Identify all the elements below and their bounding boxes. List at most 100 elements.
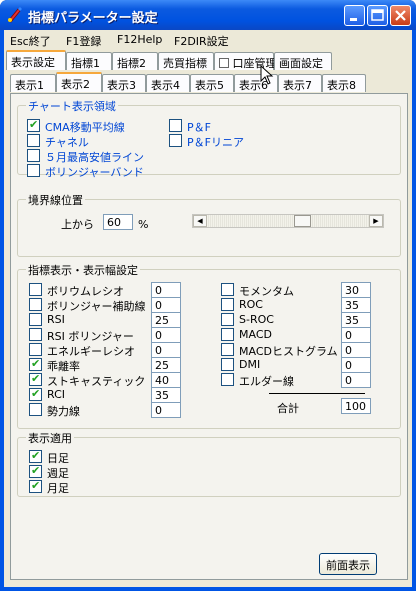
front-display-button[interactable]: 前面表示 bbox=[319, 553, 377, 575]
checkbox-s-roc[interactable] bbox=[221, 313, 234, 326]
checkbox-macd-histogram[interactable] bbox=[221, 343, 234, 356]
input-rci[interactable]: 35 bbox=[151, 387, 181, 403]
tab-display-7[interactable]: 表示7 bbox=[278, 74, 322, 92]
checkbox-5month-high-low[interactable] bbox=[27, 149, 40, 162]
input-energy-ratio[interactable]: 0 bbox=[151, 342, 181, 358]
slider-right-arrow-icon[interactable]: ▶ bbox=[369, 215, 383, 227]
minimize-icon bbox=[350, 18, 357, 21]
checkbox-bollinger-band[interactable] bbox=[27, 164, 40, 177]
input-momentum[interactable]: 30 bbox=[341, 282, 371, 298]
label-pf: P＆F bbox=[187, 121, 211, 134]
input-stochastic[interactable]: 40 bbox=[151, 372, 181, 388]
tab-indicator-2[interactable]: 指標2 bbox=[112, 52, 158, 70]
close-icon bbox=[395, 10, 406, 21]
checkbox-pf-linear[interactable] bbox=[169, 134, 182, 147]
checkbox-energy-ratio[interactable] bbox=[29, 343, 42, 356]
tab-checkbox-icon bbox=[219, 58, 229, 68]
input-elder-line[interactable]: 0 bbox=[341, 372, 371, 388]
maximize-icon bbox=[371, 9, 384, 21]
input-s-roc[interactable]: 35 bbox=[341, 312, 371, 328]
menu-f12-help[interactable]: F12Help bbox=[117, 33, 162, 46]
tab-screen-settings[interactable]: 画面設定 bbox=[274, 52, 332, 70]
tab-display-settings[interactable]: 表示設定 bbox=[6, 50, 66, 70]
checkbox-power-line[interactable] bbox=[29, 403, 42, 416]
checkbox-roc[interactable] bbox=[221, 298, 234, 311]
boundary-unit: % bbox=[138, 218, 149, 231]
label-weekly: 週足 bbox=[47, 467, 69, 480]
label-macd-histogram: MACDヒストグラム bbox=[239, 345, 338, 358]
input-dmi[interactable]: 0 bbox=[341, 357, 371, 373]
input-bollinger-aux[interactable]: 0 bbox=[151, 297, 181, 313]
label-dmi: DMI bbox=[239, 358, 261, 371]
checkbox-rsi-bollinger[interactable] bbox=[29, 328, 42, 341]
checkbox-rci[interactable] bbox=[29, 387, 42, 401]
label-macd: MACD bbox=[239, 328, 272, 341]
label-monthly: 月足 bbox=[47, 482, 69, 495]
boundary-title: 境界線位置 bbox=[26, 192, 85, 208]
checkbox-volume-ratio[interactable] bbox=[29, 283, 42, 296]
input-roc[interactable]: 35 bbox=[341, 297, 371, 313]
input-rsi[interactable]: 25 bbox=[151, 312, 181, 328]
input-power-line[interactable]: 0 bbox=[151, 402, 181, 418]
input-macd-histogram[interactable]: 0 bbox=[341, 342, 371, 358]
label-pf-linear: P＆Fリニア bbox=[187, 136, 244, 149]
slider-left-arrow-icon[interactable]: ◀ bbox=[193, 215, 207, 227]
menu-f2-dir-settings[interactable]: F2DIR設定 bbox=[174, 33, 229, 49]
minimize-button[interactable] bbox=[344, 5, 365, 26]
title-bar[interactable]: 指標パラメーター設定 bbox=[0, 0, 416, 30]
input-deviation[interactable]: 25 bbox=[151, 357, 181, 373]
tab-panel: チャート表示領域 CMA移動平均線 チャネル ５月最高安値ライン ボリンジャーバ… bbox=[10, 93, 408, 580]
label-rci: RCI bbox=[47, 388, 66, 401]
input-rsi-bollinger[interactable]: 0 bbox=[151, 327, 181, 343]
boundary-slider[interactable]: ◀ ▶ bbox=[192, 214, 384, 228]
checkbox-momentum[interactable] bbox=[221, 283, 234, 296]
mouse-cursor-icon bbox=[260, 65, 274, 85]
checkbox-dmi[interactable] bbox=[221, 358, 234, 371]
apply-group: 表示適用 bbox=[17, 430, 401, 497]
menu-esc-exit[interactable]: Esc終了 bbox=[10, 33, 51, 49]
menu-f1-register[interactable]: F1登録 bbox=[66, 33, 101, 49]
checkbox-monthly[interactable] bbox=[29, 479, 42, 493]
label-channel: チャネル bbox=[45, 136, 89, 149]
label-roc: ROC bbox=[239, 298, 263, 311]
label-s-roc: S-ROC bbox=[239, 313, 274, 326]
checkbox-elder-line[interactable] bbox=[221, 373, 234, 386]
checkbox-channel[interactable] bbox=[27, 134, 40, 147]
tab-display-3[interactable]: 表示3 bbox=[102, 74, 146, 92]
app-icon bbox=[8, 7, 22, 23]
checkbox-macd[interactable] bbox=[221, 328, 234, 341]
client-area: Esc終了 F1登録 F12Help F2DIR設定 表示設定 指標1 指標2 … bbox=[4, 30, 412, 587]
label-rsi-bollinger: RSI ボリンジャー bbox=[47, 330, 134, 343]
slider-thumb[interactable] bbox=[294, 215, 311, 227]
input-volume-ratio[interactable]: 0 bbox=[151, 282, 181, 298]
maximize-button[interactable] bbox=[367, 5, 388, 26]
tab-indicator-1[interactable]: 指標1 bbox=[66, 52, 112, 70]
checkbox-stochastic[interactable] bbox=[29, 372, 42, 386]
checkbox-deviation[interactable] bbox=[29, 357, 42, 371]
menu-bar: Esc終了 F1登録 F12Help F2DIR設定 bbox=[4, 30, 412, 48]
checkbox-weekly[interactable] bbox=[29, 464, 42, 478]
tab-display-4[interactable]: 表示4 bbox=[146, 74, 190, 92]
tab-display-5[interactable]: 表示5 bbox=[190, 74, 234, 92]
label-bollinger-band: ボリンジャーバンド bbox=[45, 166, 144, 179]
label-momentum: モメンタム bbox=[239, 285, 294, 298]
tab-trade-indicator[interactable]: 売買指標 bbox=[158, 52, 214, 70]
window-title: 指標パラメーター設定 bbox=[28, 11, 158, 26]
apply-title: 表示適用 bbox=[26, 430, 74, 446]
tab-display-2[interactable]: 表示2 bbox=[56, 72, 102, 92]
label-power-line: 勢力線 bbox=[47, 405, 80, 418]
checkbox-rsi[interactable] bbox=[29, 313, 42, 326]
tab-display-1[interactable]: 表示1 bbox=[10, 74, 56, 92]
checkbox-bollinger-aux[interactable] bbox=[29, 298, 42, 311]
total-value: 100 bbox=[341, 398, 371, 414]
checkbox-pf[interactable] bbox=[169, 119, 182, 132]
close-button[interactable] bbox=[390, 5, 411, 26]
total-separator bbox=[269, 393, 365, 394]
checkbox-daily[interactable] bbox=[29, 449, 42, 463]
tab-display-8[interactable]: 表示8 bbox=[322, 74, 366, 92]
checkbox-cma[interactable] bbox=[27, 118, 40, 132]
boundary-input[interactable]: 60 bbox=[103, 214, 133, 230]
label-5month-high-low: ５月最高安値ライン bbox=[45, 151, 144, 164]
input-macd[interactable]: 0 bbox=[341, 327, 371, 343]
chart-area-title: チャート表示領域 bbox=[26, 98, 118, 114]
